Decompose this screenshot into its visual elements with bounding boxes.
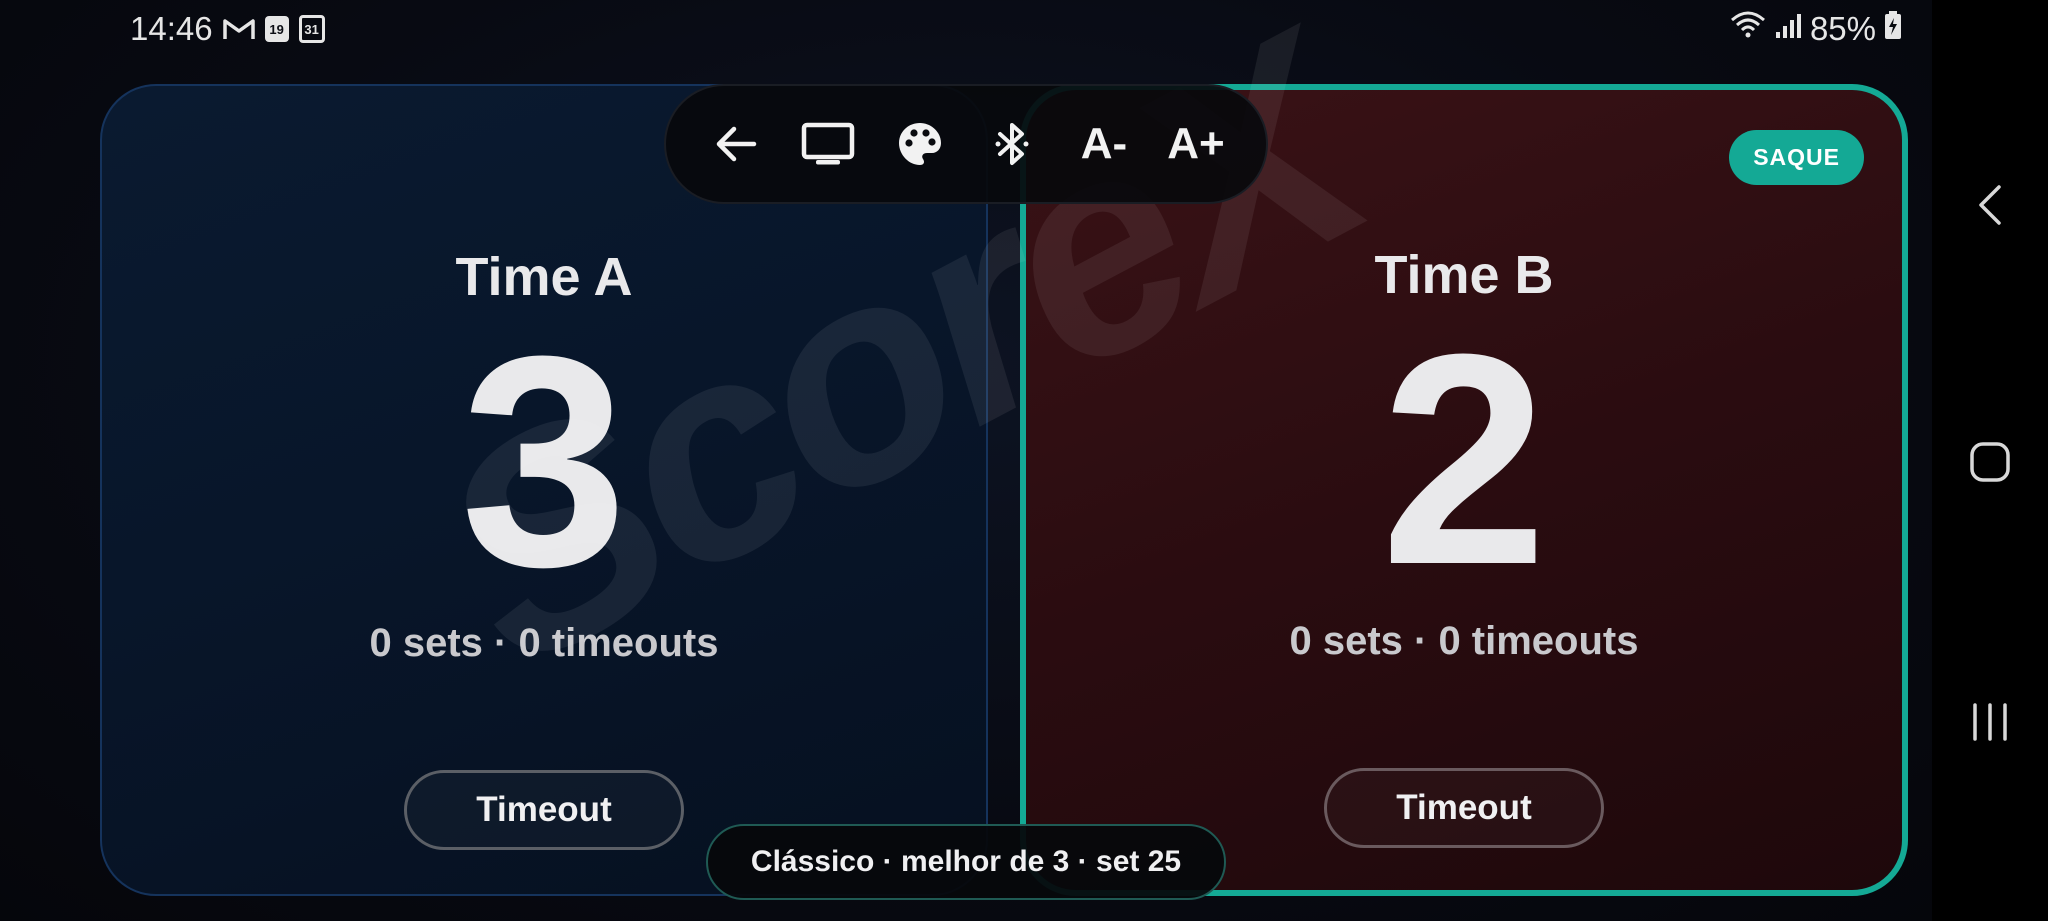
nav-home-icon[interactable] [1932, 422, 2048, 502]
team-a-timeout-button[interactable]: Timeout [404, 770, 684, 850]
font-increase-button[interactable]: A+ [1160, 108, 1232, 180]
android-navigation-bar [1932, 0, 2048, 921]
team-b-panel[interactable]: SAQUE Time B 2 0 sets · 0 timeouts Timeo… [1020, 84, 1908, 896]
battery-charging-icon [1884, 10, 1902, 48]
team-b-stats: 0 sets · 0 timeouts [1289, 619, 1639, 663]
battery-percent: 85% [1809, 10, 1876, 47]
team-a-score[interactable]: 3 [102, 311, 986, 611]
match-mode-pill[interactable]: Clássico · melhor de 3 · set 25 [706, 824, 1226, 900]
calendar-icon: 19 [264, 16, 289, 42]
wifi-icon [1730, 10, 1766, 48]
scoreboard-screen: 14:46 19 31 85% Time A 3 0 sets · 0 time… [0, 0, 1932, 921]
team-a-panel[interactable]: Time A 3 0 sets · 0 timeouts Timeout [100, 84, 988, 896]
nav-recents-icon[interactable] [1932, 682, 2048, 762]
team-a-stats: 0 sets · 0 timeouts [369, 621, 719, 665]
tv-icon[interactable] [792, 108, 864, 180]
gmail-icon [222, 17, 255, 41]
status-bar-right: 85% [1730, 10, 1902, 48]
signal-icon [1774, 10, 1802, 48]
status-time: 14:46 [130, 10, 213, 47]
serve-badge: SAQUE [1729, 130, 1864, 185]
team-b-timeout-button[interactable]: Timeout [1324, 768, 1604, 848]
team-b-score[interactable]: 2 [1026, 309, 1902, 609]
nav-back-icon[interactable] [1932, 165, 2048, 245]
palette-icon[interactable] [884, 108, 956, 180]
google-calendar-icon: 31 [298, 15, 325, 43]
bluetooth-icon[interactable] [976, 108, 1048, 180]
back-arrow-icon[interactable] [700, 108, 772, 180]
font-decrease-button[interactable]: A- [1068, 108, 1140, 180]
status-bar-left: 14:46 19 31 [130, 10, 325, 48]
top-toolbar: A- A+ [664, 84, 1268, 204]
